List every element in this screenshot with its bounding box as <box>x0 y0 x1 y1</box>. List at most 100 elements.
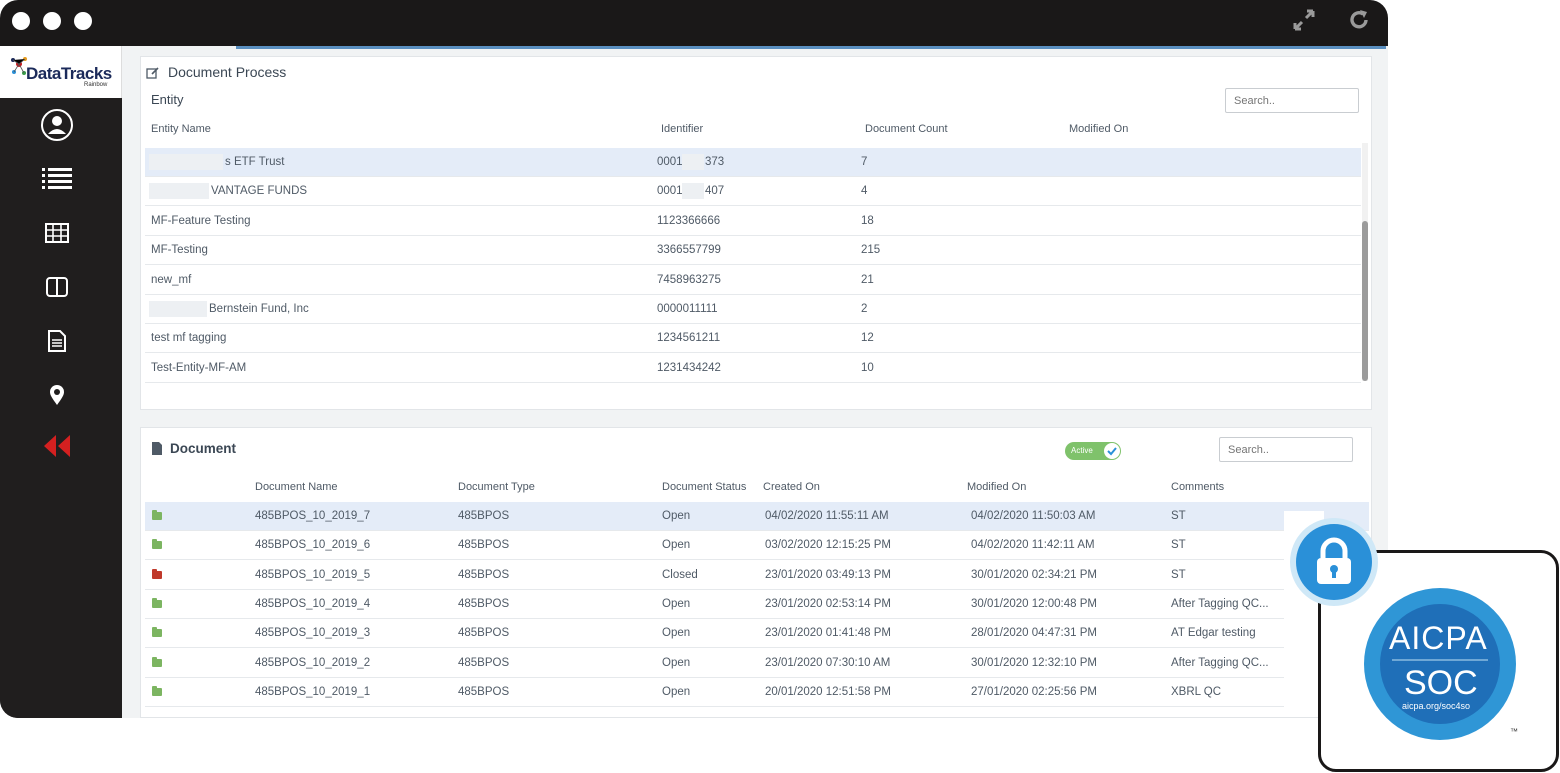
user-icon[interactable] <box>40 108 74 142</box>
badge-aicpa-text: AICPA <box>1389 620 1488 656</box>
document-row[interactable]: 485BPOS_10_2019_3 485BPOS Open 23/01/2020 0… <box>145 619 1369 649</box>
folder-icon <box>152 568 162 579</box>
window-minimize-dot[interactable] <box>43 12 61 30</box>
entity-cell-name: Bernstein Fund, Inc <box>209 303 309 315</box>
main-content: Document Process Entity Entity Name Ident… <box>122 46 1388 718</box>
toggle-knob <box>1104 443 1120 459</box>
document-row[interactable]: 485BPOS_10_2019_1 485BPOS Open 20/01/2020 1… <box>145 678 1369 707</box>
document-cell-name: 485BPOS_10_2019_6 <box>255 539 371 552</box>
folder-icon <box>152 510 162 520</box>
active-toggle-label: Active <box>1071 446 1093 455</box>
entity-cell-count: 2 <box>861 303 868 315</box>
entity-cell-count: 21 <box>861 273 874 286</box>
entity-search-input[interactable] <box>1225 88 1359 113</box>
location-pin-icon[interactable] <box>40 378 74 412</box>
entity-cell-name: MF-Feature Testing <box>151 214 251 227</box>
entity-cell-identifier: 0001 <box>657 185 683 198</box>
logo[interactable]: DataTracks Rainbow <box>0 46 122 98</box>
document-cell-name: 485BPOS_10_2019_2 <box>255 656 371 669</box>
entity-column-header[interactable]: Document Count <box>865 123 948 135</box>
document-icon[interactable] <box>40 324 74 358</box>
redacted-block <box>682 154 704 170</box>
document-title-icon <box>152 442 162 460</box>
document-cell-type: 485BPOS <box>458 510 510 522</box>
document-column-header[interactable]: Document Status <box>662 481 746 493</box>
entity-row[interactable]: MF-Feature Testing 1123366666 18 <box>145 207 1361 236</box>
entity-column-header[interactable]: Entity Name <box>151 123 211 135</box>
window-close-dot[interactable] <box>12 12 30 30</box>
document-column-header[interactable]: Comments <box>1171 481 1224 493</box>
collapse-icon[interactable] <box>40 429 74 463</box>
document-cell-type: 485BPOS <box>458 627 510 640</box>
entity-row[interactable]: new_mf 7458963275 21 <box>145 266 1361 295</box>
window-maximize-dot[interactable] <box>74 12 92 30</box>
document-row[interactable]: 485BPOS_10_2019_7 485BPOS Open 04/02/2020 1… <box>145 502 1369 531</box>
entity-cell-name: new_mf <box>151 273 192 286</box>
document-cell-created: 23/01/2020 01:41:48 PM <box>765 627 891 640</box>
list-icon[interactable] <box>40 162 74 196</box>
entity-scrollbar-thumb[interactable] <box>1362 221 1368 381</box>
entity-cell-identifier: 0001 <box>657 156 683 168</box>
entity-cell-name: s ETF Trust <box>225 156 285 168</box>
document-cell-created: 23/01/2020 03:49:13 PM <box>765 568 891 581</box>
entity-cell-identifier: 0000011111 <box>657 303 718 315</box>
document-cell-status: Open <box>662 510 691 522</box>
document-column-header[interactable]: Modified On <box>967 481 1026 493</box>
document-cell-created: 04/02/2020 11:55:11 AM <box>765 510 889 522</box>
document-title: Document <box>170 441 237 456</box>
entity-cell-count: 215 <box>861 244 881 257</box>
document-cell-type: 485BPOS <box>458 539 510 552</box>
table-icon[interactable] <box>40 216 74 250</box>
document-cell-name: 485BPOS_10_2019_7 <box>255 510 371 522</box>
entity-row[interactable]: MF-Testing 3366557799 215 <box>145 236 1361 266</box>
entity-row[interactable]: test mf tagging 1234561211 12 <box>145 324 1361 354</box>
document-cell-status: Open <box>662 597 691 610</box>
document-cell-status: Open <box>662 685 691 698</box>
entity-row[interactable]: Test-Entity-MF-AM 1231434242 10 <box>145 354 1361 383</box>
redacted-block <box>149 301 207 317</box>
document-column-header[interactable]: Document Name <box>255 481 338 493</box>
columns-icon[interactable] <box>40 270 74 304</box>
document-column-header[interactable]: Created On <box>763 481 820 493</box>
refresh-icon[interactable] <box>1347 8 1371 32</box>
document-cell-name: 485BPOS_10_2019_5 <box>255 568 371 581</box>
document-cell-comments: ST <box>1171 568 1186 581</box>
document-row[interactable]: 485BPOS_10_2019_4 485BPOS Open 23/01/2020 0… <box>145 590 1369 619</box>
entity-cell-identifier-suffix: 373 <box>705 156 725 168</box>
document-cell-status: Open <box>662 627 691 640</box>
document-cell-comments: XBRL QC <box>1171 685 1222 698</box>
entity-cell-count: 4 <box>861 185 868 198</box>
top-accent-line <box>236 46 1386 49</box>
entity-row[interactable]: VANTAGE FUNDS 0001 4 407 <box>145 177 1361 207</box>
document-cell-created: 23/01/2020 07:30:10 AM <box>765 656 891 669</box>
document-search-input[interactable] <box>1219 437 1353 462</box>
badge-trademark: ™ <box>1510 727 1518 736</box>
app-window: DataTracks Rainbow Document Process Enti… <box>0 0 1388 718</box>
entity-cell-identifier: 1234561211 <box>657 332 721 345</box>
logo-text: DataTracks <box>26 64 112 83</box>
title-bar <box>0 0 1388 46</box>
entity-column-header[interactable]: Modified On <box>1069 123 1128 135</box>
entity-cell-name: Test-Entity-MF-AM <box>151 361 247 374</box>
expand-icon[interactable] <box>1292 8 1316 32</box>
entity-column-header[interactable]: Identifier <box>661 123 703 135</box>
folder-icon <box>152 627 162 638</box>
entity-cell-identifier: 1231434242 <box>657 361 721 374</box>
folder-icon <box>152 685 162 696</box>
entity-row[interactable]: s ETF Trust 0001 7 373 <box>145 148 1361 177</box>
document-row[interactable]: 485BPOS_10_2019_5 485BPOS Closed 23/01/2020… <box>145 561 1369 590</box>
entity-row[interactable]: Bernstein Fund, Inc 0000011111 2 <box>145 295 1361 324</box>
active-toggle[interactable]: Active <box>1065 442 1121 460</box>
document-cell-comments: After Tagging QC... <box>1171 597 1269 610</box>
document-column-header[interactable]: Document Type <box>458 481 535 493</box>
check-icon <box>1107 447 1117 456</box>
lock-icon <box>1317 537 1351 584</box>
document-cell-comments: AT Edgar testing <box>1171 627 1256 640</box>
sidebar: DataTracks Rainbow <box>0 46 122 718</box>
stage: DataTracks Rainbow Document Process Enti… <box>0 0 1560 773</box>
document-row[interactable]: 485BPOS_10_2019_6 485BPOS Open 03/02/2020 1… <box>145 531 1369 561</box>
document-row[interactable]: 485BPOS_10_2019_2 485BPOS Open 23/01/2020 0… <box>145 649 1369 678</box>
entity-cell-identifier-suffix: 407 <box>705 185 725 198</box>
entity-cell-count: 18 <box>861 214 874 227</box>
document-cell-comments: ST <box>1171 510 1186 522</box>
